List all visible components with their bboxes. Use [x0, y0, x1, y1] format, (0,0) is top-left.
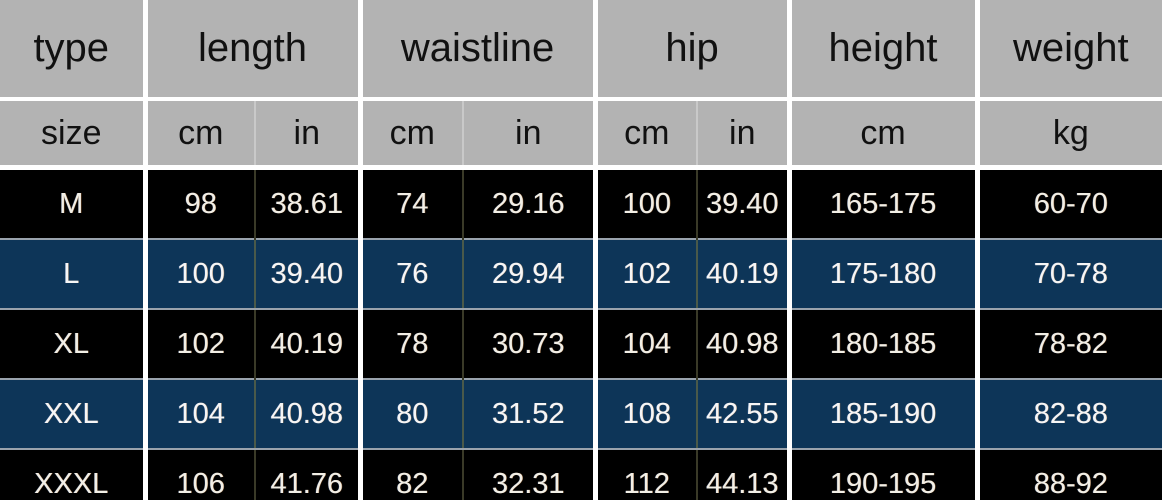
cell-waistline-cm: 78 — [360, 308, 465, 379]
cell-size: XL — [0, 308, 148, 379]
cell-waistline-in: 29.16 — [463, 167, 598, 239]
cell-waistline-in: 32.31 — [463, 448, 598, 500]
cell-hip-cm: 100 — [595, 167, 699, 239]
header-group-type: type — [0, 0, 148, 101]
header-unit-length-cm: cm — [145, 99, 256, 170]
table-row: XXXL 106 41.76 82 32.31 112 44.13 190-19… — [0, 448, 1162, 500]
header-group-height: height — [789, 0, 980, 101]
cell-height-cm: 190-195 — [789, 448, 980, 500]
header-unit-weight-kg: kg — [977, 99, 1162, 170]
size-chart-table-image: type length waistline hip height weight … — [0, 0, 1162, 500]
header-unit-size: size — [0, 99, 148, 170]
cell-weight-kg: 78-82 — [977, 308, 1162, 379]
cell-length-in: 40.19 — [255, 308, 363, 379]
cell-size: L — [0, 238, 148, 310]
header-group-weight: weight — [977, 0, 1162, 101]
cell-size: M — [0, 167, 148, 239]
header-group-hip: hip — [595, 0, 792, 101]
header-unit-length-in: in — [255, 99, 363, 170]
table-row: L 100 39.40 76 29.94 102 40.19 175-180 7… — [0, 238, 1162, 310]
cell-waistline-cm: 74 — [360, 167, 465, 239]
header-group-waistline: waistline — [360, 0, 598, 101]
table-row: XL 102 40.19 78 30.73 104 40.98 180-185 … — [0, 308, 1162, 379]
cell-waistline-in: 29.94 — [463, 238, 598, 310]
cell-size: XXXL — [0, 448, 148, 500]
table-row: M 98 38.61 74 29.16 100 39.40 165-175 60… — [0, 167, 1162, 239]
cell-length-in: 41.76 — [255, 448, 363, 500]
cell-length-cm: 98 — [145, 167, 256, 239]
header-unit-hip-cm: cm — [595, 99, 699, 170]
cell-length-cm: 100 — [145, 238, 256, 310]
cell-waistline-in: 31.52 — [463, 378, 598, 450]
cell-waistline-cm: 80 — [360, 378, 465, 450]
cell-hip-cm: 102 — [595, 238, 699, 310]
cell-length-in: 40.98 — [255, 378, 363, 450]
cell-hip-in: 44.13 — [697, 448, 792, 500]
cell-weight-kg: 70-78 — [977, 238, 1162, 310]
header-unit-waistline-cm: cm — [360, 99, 465, 170]
header-unit-height-cm: cm — [789, 99, 980, 170]
cell-length-cm: 106 — [145, 448, 256, 500]
header-unit-row: size cm in cm in cm in cm kg — [0, 99, 1162, 170]
cell-hip-cm: 112 — [595, 448, 699, 500]
table-row: XXL 104 40.98 80 31.52 108 42.55 185-190… — [0, 378, 1162, 450]
cell-hip-in: 40.19 — [697, 238, 792, 310]
cell-length-cm: 104 — [145, 378, 256, 450]
cell-weight-kg: 60-70 — [977, 167, 1162, 239]
cell-weight-kg: 82-88 — [977, 378, 1162, 450]
cell-hip-cm: 104 — [595, 308, 699, 379]
cell-length-in: 38.61 — [255, 167, 363, 239]
cell-waistline-cm: 82 — [360, 448, 465, 500]
cell-hip-cm: 108 — [595, 378, 699, 450]
cell-weight-kg: 88-92 — [977, 448, 1162, 500]
header-group-length: length — [145, 0, 363, 101]
cell-height-cm: 185-190 — [789, 378, 980, 450]
cell-waistline-cm: 76 — [360, 238, 465, 310]
cell-waistline-in: 30.73 — [463, 308, 598, 379]
cell-height-cm: 175-180 — [789, 238, 980, 310]
cell-height-cm: 165-175 — [789, 167, 980, 239]
cell-height-cm: 180-185 — [789, 308, 980, 379]
cell-length-in: 39.40 — [255, 238, 363, 310]
size-chart-table: type length waistline hip height weight … — [0, 0, 1162, 500]
cell-length-cm: 102 — [145, 308, 256, 379]
cell-hip-in: 39.40 — [697, 167, 792, 239]
cell-hip-in: 40.98 — [697, 308, 792, 379]
header-group-row: type length waistline hip height weight — [0, 0, 1162, 101]
cell-size: XXL — [0, 378, 148, 450]
header-unit-hip-in: in — [697, 99, 792, 170]
cell-hip-in: 42.55 — [697, 378, 792, 450]
header-unit-waistline-in: in — [463, 99, 598, 170]
